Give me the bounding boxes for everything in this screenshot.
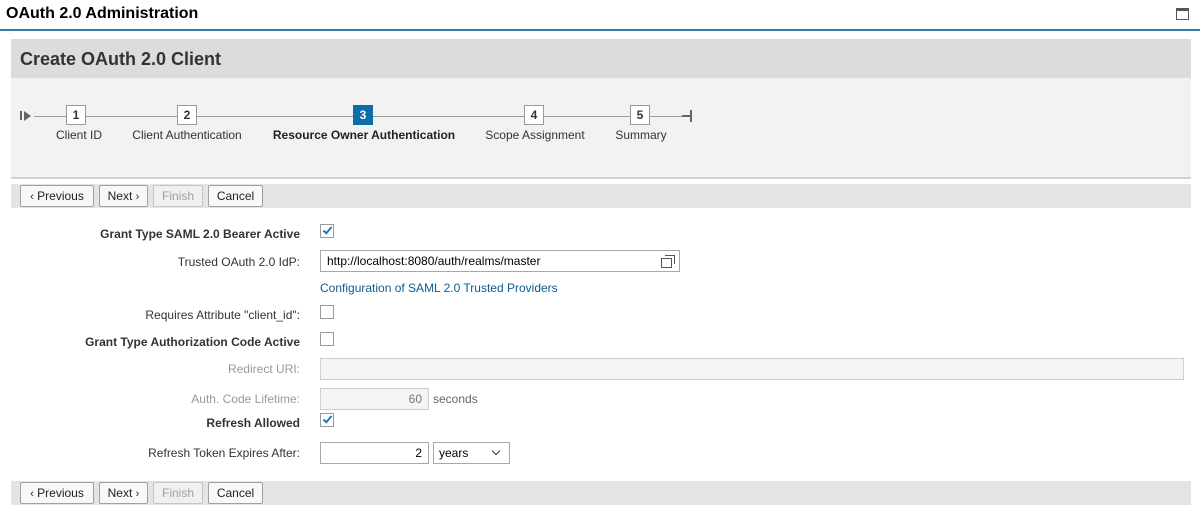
saml-bearer-checkbox[interactable] bbox=[320, 224, 334, 238]
chevron-left-icon: ‹ bbox=[30, 191, 34, 203]
saml-bearer-label: Grant Type SAML 2.0 Bearer Active bbox=[100, 227, 300, 241]
previous-label: Previous bbox=[37, 486, 84, 500]
roadmap-step-2-label[interactable]: Client Authentication bbox=[132, 128, 241, 142]
auth-code-active-label: Grant Type Authorization Code Active bbox=[85, 335, 300, 349]
previous-button-bottom[interactable]: ‹ Previous bbox=[20, 482, 94, 504]
finish-button[interactable]: Finish bbox=[153, 185, 203, 207]
checkmark-icon bbox=[322, 224, 333, 235]
roadmap-step-3-label[interactable]: Resource Owner Authentication bbox=[273, 128, 455, 142]
roadmap-start-icon bbox=[20, 110, 34, 122]
app-header: OAuth 2.0 Administration bbox=[0, 0, 1200, 31]
maximize-icon[interactable] bbox=[1176, 8, 1189, 20]
requires-client-id-checkbox[interactable] bbox=[320, 305, 334, 319]
refresh-unit-value: years bbox=[439, 446, 469, 460]
roadmap-step-5[interactable]: 5 bbox=[630, 105, 650, 125]
value-help-icon[interactable] bbox=[661, 255, 675, 268]
roadmap-step-4[interactable]: 4 bbox=[524, 105, 544, 125]
wizard-toolbar-top: ‹ Previous Next › Finish Cancel bbox=[11, 184, 1191, 208]
auth-code-lifetime-label: Auth. Code Lifetime: bbox=[191, 392, 300, 406]
seconds-unit: seconds bbox=[433, 392, 478, 406]
refresh-expires-label: Refresh Token Expires After: bbox=[148, 446, 300, 460]
chevron-right-icon: › bbox=[135, 488, 140, 500]
roadmap-step-4-label[interactable]: Scope Assignment bbox=[485, 128, 584, 142]
roadmap-step-5-label[interactable]: Summary bbox=[615, 128, 666, 142]
redirect-uri-label: Redirect URI: bbox=[227, 362, 300, 376]
panel-title-bar: Create OAuth 2.0 Client bbox=[11, 39, 1191, 78]
next-label: Next bbox=[107, 486, 133, 500]
wizard-panel: Create OAuth 2.0 Client 1 Client ID 2 Cl… bbox=[11, 39, 1191, 179]
roadmap-end-icon bbox=[682, 110, 694, 122]
roadmap-step-3[interactable]: 3 bbox=[353, 105, 373, 125]
chevron-left-icon: ‹ bbox=[30, 488, 34, 500]
previous-button[interactable]: ‹ Previous bbox=[20, 185, 94, 207]
cancel-button-bottom[interactable]: Cancel bbox=[208, 482, 263, 504]
refresh-allowed-label: Refresh Allowed bbox=[206, 416, 300, 430]
refresh-allowed-checkbox[interactable] bbox=[320, 413, 334, 427]
previous-label: Previous bbox=[37, 189, 84, 203]
roadmap-step-2[interactable]: 2 bbox=[177, 105, 197, 125]
next-button-bottom[interactable]: Next › bbox=[99, 482, 148, 504]
checkmark-icon bbox=[322, 413, 333, 424]
trusted-idp-input[interactable]: http://localhost:8080/auth/realms/master bbox=[320, 250, 680, 272]
refresh-expires-input[interactable]: 2 bbox=[320, 442, 429, 464]
chevron-down-icon bbox=[491, 446, 501, 456]
requires-client-id-label: Requires Attribute "client_id": bbox=[145, 308, 300, 322]
finish-button-bottom[interactable]: Finish bbox=[153, 482, 203, 504]
roadmap-step-1[interactable]: 1 bbox=[66, 105, 86, 125]
next-button[interactable]: Next › bbox=[99, 185, 148, 207]
refresh-unit-select[interactable]: years bbox=[433, 442, 510, 464]
next-label: Next bbox=[107, 189, 133, 203]
cancel-button[interactable]: Cancel bbox=[208, 185, 263, 207]
chevron-right-icon: › bbox=[135, 191, 140, 203]
auth-code-lifetime-input[interactable]: 60 bbox=[320, 388, 429, 410]
trusted-idp-label: Trusted OAuth 2.0 IdP: bbox=[177, 255, 300, 269]
saml-config-link[interactable]: Configuration of SAML 2.0 Trusted Provid… bbox=[320, 281, 558, 295]
wizard-toolbar-bottom: ‹ Previous Next › Finish Cancel bbox=[11, 481, 1191, 505]
auth-code-active-checkbox[interactable] bbox=[320, 332, 334, 346]
redirect-uri-input[interactable] bbox=[320, 358, 1184, 380]
page-title: Create OAuth 2.0 Client bbox=[20, 49, 222, 69]
roadmap-step-1-label[interactable]: Client ID bbox=[56, 128, 102, 142]
app-title: OAuth 2.0 Administration bbox=[6, 5, 199, 22]
